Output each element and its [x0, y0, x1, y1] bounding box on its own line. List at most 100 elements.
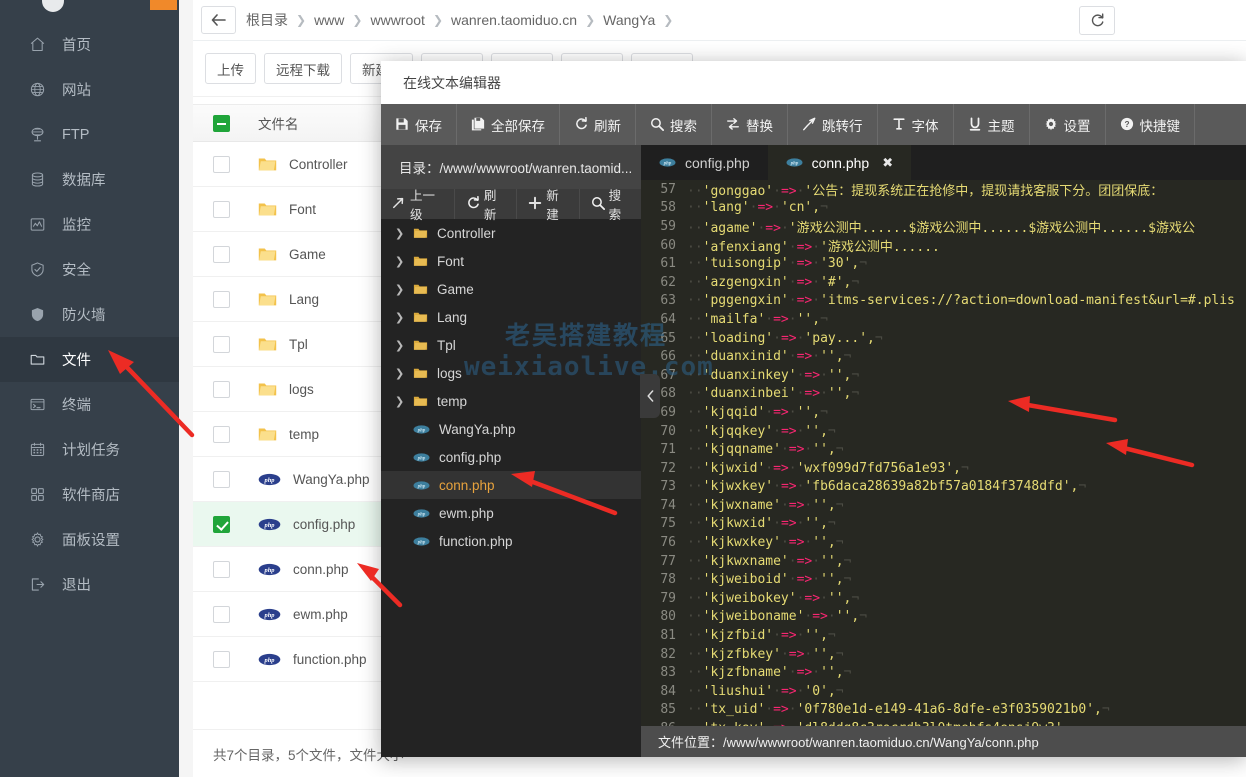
- row-checkbox[interactable]: [213, 381, 230, 398]
- row-checkbox[interactable]: [213, 201, 230, 218]
- breadcrumb-item[interactable]: 根目录: [246, 10, 288, 30]
- sidebar-item-1[interactable]: 首页: [0, 22, 179, 67]
- refresh-button[interactable]: [1079, 6, 1115, 35]
- tree-node[interactable]: php function.php: [381, 527, 641, 555]
- editor-tree-tool-搜索[interactable]: 搜索: [580, 189, 641, 219]
- tree-node[interactable]: php config.php: [381, 443, 641, 471]
- collapse-tree-button[interactable]: [640, 374, 660, 418]
- sidebar-item-4[interactable]: 数据库: [0, 157, 179, 202]
- tree-node[interactable]: php WangYa.php: [381, 415, 641, 443]
- tree-node[interactable]: ❯ temp: [381, 387, 641, 415]
- sidebar-item-2[interactable]: 网站: [0, 67, 179, 112]
- php-file-icon: php: [258, 473, 281, 486]
- editor-toolbar-搜索[interactable]: 搜索: [636, 104, 712, 145]
- editor-toolbar-跳转行[interactable]: 跳转行: [788, 104, 878, 145]
- code-line: 75··'kjkwxid'·=>·'',¬: [641, 515, 1246, 534]
- file-name-cell: Tpl: [258, 336, 308, 352]
- line-number: 81: [641, 628, 687, 643]
- chevron-right-icon[interactable]: ❯: [395, 395, 404, 408]
- chevron-right-icon[interactable]: ❯: [395, 367, 404, 380]
- editor-status-bar: 文件位置：/www/wwwroot/wanren.taomiduo.cn/Wan…: [641, 726, 1246, 757]
- search-icon: [650, 117, 664, 133]
- file-name-cell: php config.php: [258, 517, 355, 532]
- search-icon: [591, 196, 605, 213]
- code-editor[interactable]: 57··'gonggao'·=>·'公告：提现系统正在抢修中，提现请找客服下分。…: [641, 180, 1246, 726]
- editor-tab-conn.php[interactable]: php conn.php✖: [768, 145, 912, 180]
- file-toolbar-button-2[interactable]: 远程下载: [264, 53, 342, 84]
- chevron-right-icon[interactable]: ❯: [395, 311, 404, 324]
- row-checkbox[interactable]: [213, 291, 230, 308]
- breadcrumb-item[interactable]: WangYa: [603, 12, 655, 28]
- file-name-cell: php WangYa.php: [258, 472, 370, 487]
- editor-toolbar-字体[interactable]: 字体: [878, 104, 954, 145]
- editor-toolbar-主题[interactable]: 主题: [954, 104, 1030, 145]
- chevron-right-icon[interactable]: ❯: [395, 255, 404, 268]
- sidebar-item-11[interactable]: 软件商店: [0, 472, 179, 517]
- breadcrumb-item[interactable]: www: [314, 12, 344, 28]
- editor-tab-config.php[interactable]: php config.php: [641, 145, 768, 180]
- row-checkbox[interactable]: [213, 516, 230, 533]
- sidebar-item-12[interactable]: 面板设置: [0, 517, 179, 562]
- sidebar-item-8[interactable]: 文件: [0, 337, 179, 382]
- sidebar-item-6[interactable]: 安全: [0, 247, 179, 292]
- row-checkbox[interactable]: [213, 471, 230, 488]
- editor-tree-tool-上一级[interactable]: 上一级: [381, 189, 455, 219]
- tree-node[interactable]: ❯ Lang: [381, 303, 641, 331]
- terminal-icon: [26, 396, 48, 414]
- home-icon: [26, 36, 48, 54]
- tree-node[interactable]: ❯ logs: [381, 359, 641, 387]
- file-toolbar-button-1[interactable]: 上传: [205, 53, 256, 84]
- goto-line-icon: [802, 117, 816, 131]
- sidebar-logo: [0, 0, 179, 22]
- select-all-checkbox[interactable]: [213, 115, 230, 132]
- row-checkbox[interactable]: [213, 336, 230, 353]
- row-checkbox[interactable]: [213, 606, 230, 623]
- level-up-icon: [392, 196, 406, 210]
- tree-node[interactable]: ❯ Tpl: [381, 331, 641, 359]
- database-icon: [29, 171, 46, 188]
- row-checkbox[interactable]: [213, 156, 230, 173]
- tree-node-label: function.php: [439, 534, 513, 549]
- back-button[interactable]: [201, 6, 236, 34]
- breadcrumb-item[interactable]: wanren.taomiduo.cn: [451, 12, 577, 28]
- button-label: 刷新: [594, 115, 621, 135]
- line-number: 57: [641, 182, 687, 197]
- tree-node[interactable]: ❯ Game: [381, 275, 641, 303]
- editor-tree-tool-新建[interactable]: 新建: [517, 189, 579, 219]
- row-checkbox[interactable]: [213, 426, 230, 443]
- editor-toolbar-设置[interactable]: 设置: [1030, 104, 1106, 145]
- row-checkbox[interactable]: [213, 246, 230, 263]
- editor-toolbar-全部保存[interactable]: 全部保存: [457, 104, 560, 145]
- breadcrumb-item[interactable]: wwwroot: [370, 12, 424, 28]
- tree-node[interactable]: php conn.php: [381, 471, 641, 499]
- editor-toolbar-快捷键[interactable]: ?快捷键: [1106, 104, 1196, 145]
- code-pane: php config.php php conn.php✖ 57··'gongga…: [641, 145, 1246, 757]
- sidebar-item-7[interactable]: 防火墙: [0, 292, 179, 337]
- tree-node[interactable]: ❯ Controller: [381, 219, 641, 247]
- editor-toolbar-保存[interactable]: 保存: [381, 104, 457, 145]
- sidebar-item-9[interactable]: 终端: [0, 382, 179, 427]
- chevron-right-icon[interactable]: ❯: [395, 283, 404, 296]
- file-name-cell: logs: [258, 381, 314, 397]
- php-file-icon: php: [413, 480, 430, 491]
- sidebar-item-13[interactable]: 退出: [0, 562, 179, 607]
- chevron-right-icon[interactable]: ❯: [395, 339, 404, 352]
- editor-tree-tool-刷新[interactable]: 刷新: [455, 189, 517, 219]
- tree-node-label: Tpl: [437, 338, 456, 353]
- button-label: 全部保存: [491, 115, 545, 135]
- row-checkbox[interactable]: [213, 651, 230, 668]
- tree-node[interactable]: php ewm.php: [381, 499, 641, 527]
- php-file-icon: php: [413, 424, 430, 435]
- sidebar-item-5[interactable]: 监控: [0, 202, 179, 247]
- code-line: 80··'kjweiboname'·=>·'',¬: [641, 608, 1246, 627]
- sidebar-item-10[interactable]: 计划任务: [0, 427, 179, 472]
- editor-toolbar-替换[interactable]: 替换: [712, 104, 788, 145]
- editor-toolbar-刷新[interactable]: 刷新: [560, 104, 636, 145]
- code-line: 60··'afenxiang'·=>·'游戏公测中......: [641, 236, 1246, 255]
- tree-node[interactable]: ❯ Font: [381, 247, 641, 275]
- row-checkbox[interactable]: [213, 561, 230, 578]
- chevron-right-icon[interactable]: ❯: [395, 227, 404, 240]
- sidebar-item-3[interactable]: FTP: [0, 112, 179, 157]
- close-icon[interactable]: ✖: [882, 155, 893, 171]
- gear-icon: [1044, 117, 1058, 131]
